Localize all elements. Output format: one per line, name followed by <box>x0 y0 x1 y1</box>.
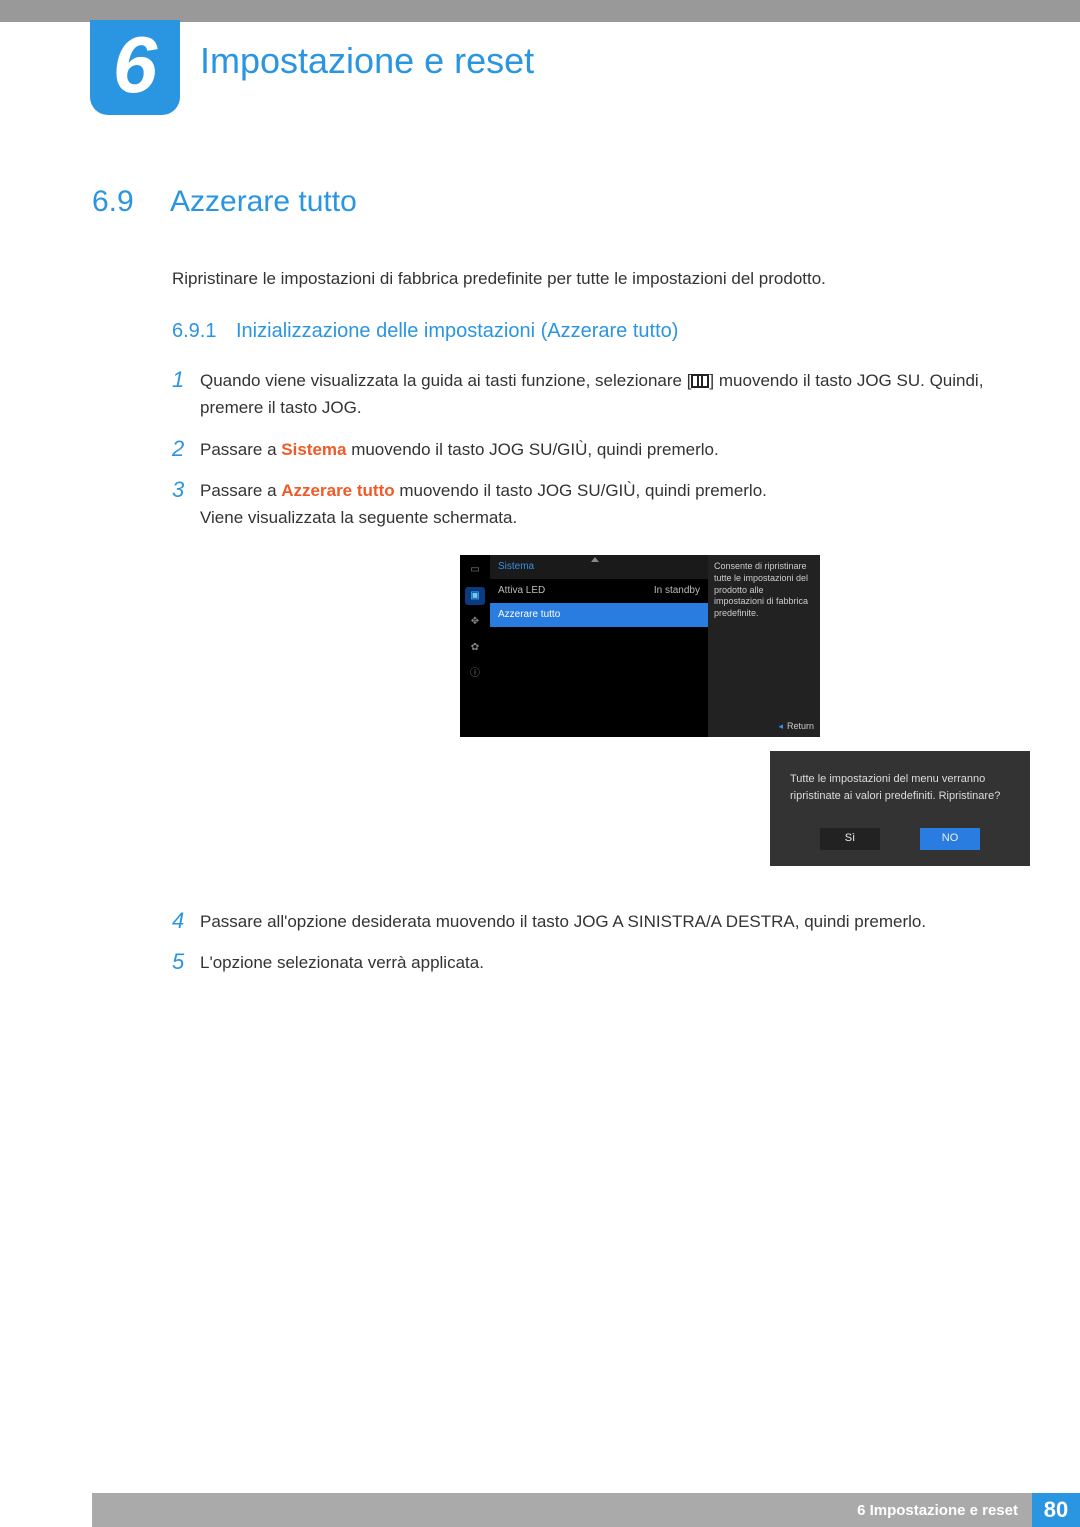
osd-sidebar: ▭ ▣ ✥ ✿ ⓘ <box>460 555 490 737</box>
section-title: 6.9Azzerare tutto <box>92 185 995 219</box>
confirm-dialog: Tutte le impostazioni del menu verranno … <box>770 751 1030 866</box>
step-4-text: Passare all'opzione desiderata muovendo … <box>200 908 995 935</box>
step-number-2: 2 <box>172 436 200 463</box>
step-2a: Passare a <box>200 440 281 459</box>
osd-list: Sistema Attiva LED In standby Azzerare t… <box>490 555 708 737</box>
menu-icon <box>691 374 709 388</box>
monitor-icon: ▭ <box>465 561 485 579</box>
step-number-4: 4 <box>172 908 200 935</box>
move-icon: ✥ <box>465 613 485 631</box>
step-3-text: Passare a Azzerare tutto muovendo il tas… <box>200 477 1030 894</box>
chapter-title: Impostazione e reset <box>200 40 534 82</box>
step-number-5: 5 <box>172 949 200 976</box>
subsection-number: 6.9.1 <box>172 320 236 343</box>
step-3a: Passare a <box>200 481 281 500</box>
section-intro: Ripristinare le impostazioni di fabbrica… <box>172 265 995 292</box>
top-bar <box>0 0 1080 22</box>
page-number: 80 <box>1032 1493 1080 1527</box>
section-name: Azzerare tutto <box>170 185 357 218</box>
chapter-number-badge: 6 <box>90 20 180 115</box>
step-number-1: 1 <box>172 367 200 421</box>
step-3c: Viene visualizzata la seguente schermata… <box>200 508 517 527</box>
dialog-text: Tutte le impostazioni del menu verranno … <box>790 771 1010 804</box>
footer-bar: 6 Impostazione e reset 80 <box>92 1493 1080 1527</box>
picture-icon: ▣ <box>465 587 485 605</box>
osd-row1-label: Attiva LED <box>498 583 545 599</box>
osd-description: Consente di ripristinare tutte le impost… <box>708 555 820 737</box>
step-2-keyword: Sistema <box>281 440 346 459</box>
osd-row-azzerare-tutto: Azzerare tutto <box>490 603 708 627</box>
osd-description-text: Consente di ripristinare tutte le impost… <box>714 561 808 618</box>
step-number-3: 3 <box>172 477 200 894</box>
footer-title: 6 Impostazione e reset <box>857 1502 1018 1519</box>
step-3-keyword: Azzerare tutto <box>281 481 394 500</box>
osd-menu: ▭ ▣ ✥ ✿ ⓘ Sistema <box>460 555 820 737</box>
step-2-text: Passare a Sistema muovendo il tasto JOG … <box>200 436 995 463</box>
step-5-text: L'opzione selezionata verrà applicata. <box>200 949 995 976</box>
step-3b: muovendo il tasto JOG SU/GIÙ, quindi pre… <box>395 481 767 500</box>
section-number: 6.9 <box>92 185 170 219</box>
osd-header: Sistema <box>490 555 708 579</box>
osd-header-text: Sistema <box>498 561 534 572</box>
osd-row-attiva-led: Attiva LED In standby <box>490 579 708 603</box>
step-1a: Quando viene visualizzata la guida ai ta… <box>200 371 691 390</box>
info-icon: ⓘ <box>465 665 485 683</box>
osd-row1-value: In standby <box>654 583 700 599</box>
gear-icon: ✿ <box>465 639 485 657</box>
dialog-yes-button: Sì <box>820 828 880 850</box>
step-2b: muovendo il tasto JOG SU/GIÙ, quindi pre… <box>346 440 718 459</box>
arrow-up-icon <box>591 557 599 562</box>
step-1-text: Quando viene visualizzata la guida ai ta… <box>200 367 995 421</box>
osd-return: Return <box>778 721 814 733</box>
dialog-no-button: NO <box>920 828 980 850</box>
subsection-name: Inizializzazione delle impostazioni (Azz… <box>236 320 678 342</box>
subsection-title: 6.9.1Inizializzazione delle impostazioni… <box>172 320 995 343</box>
